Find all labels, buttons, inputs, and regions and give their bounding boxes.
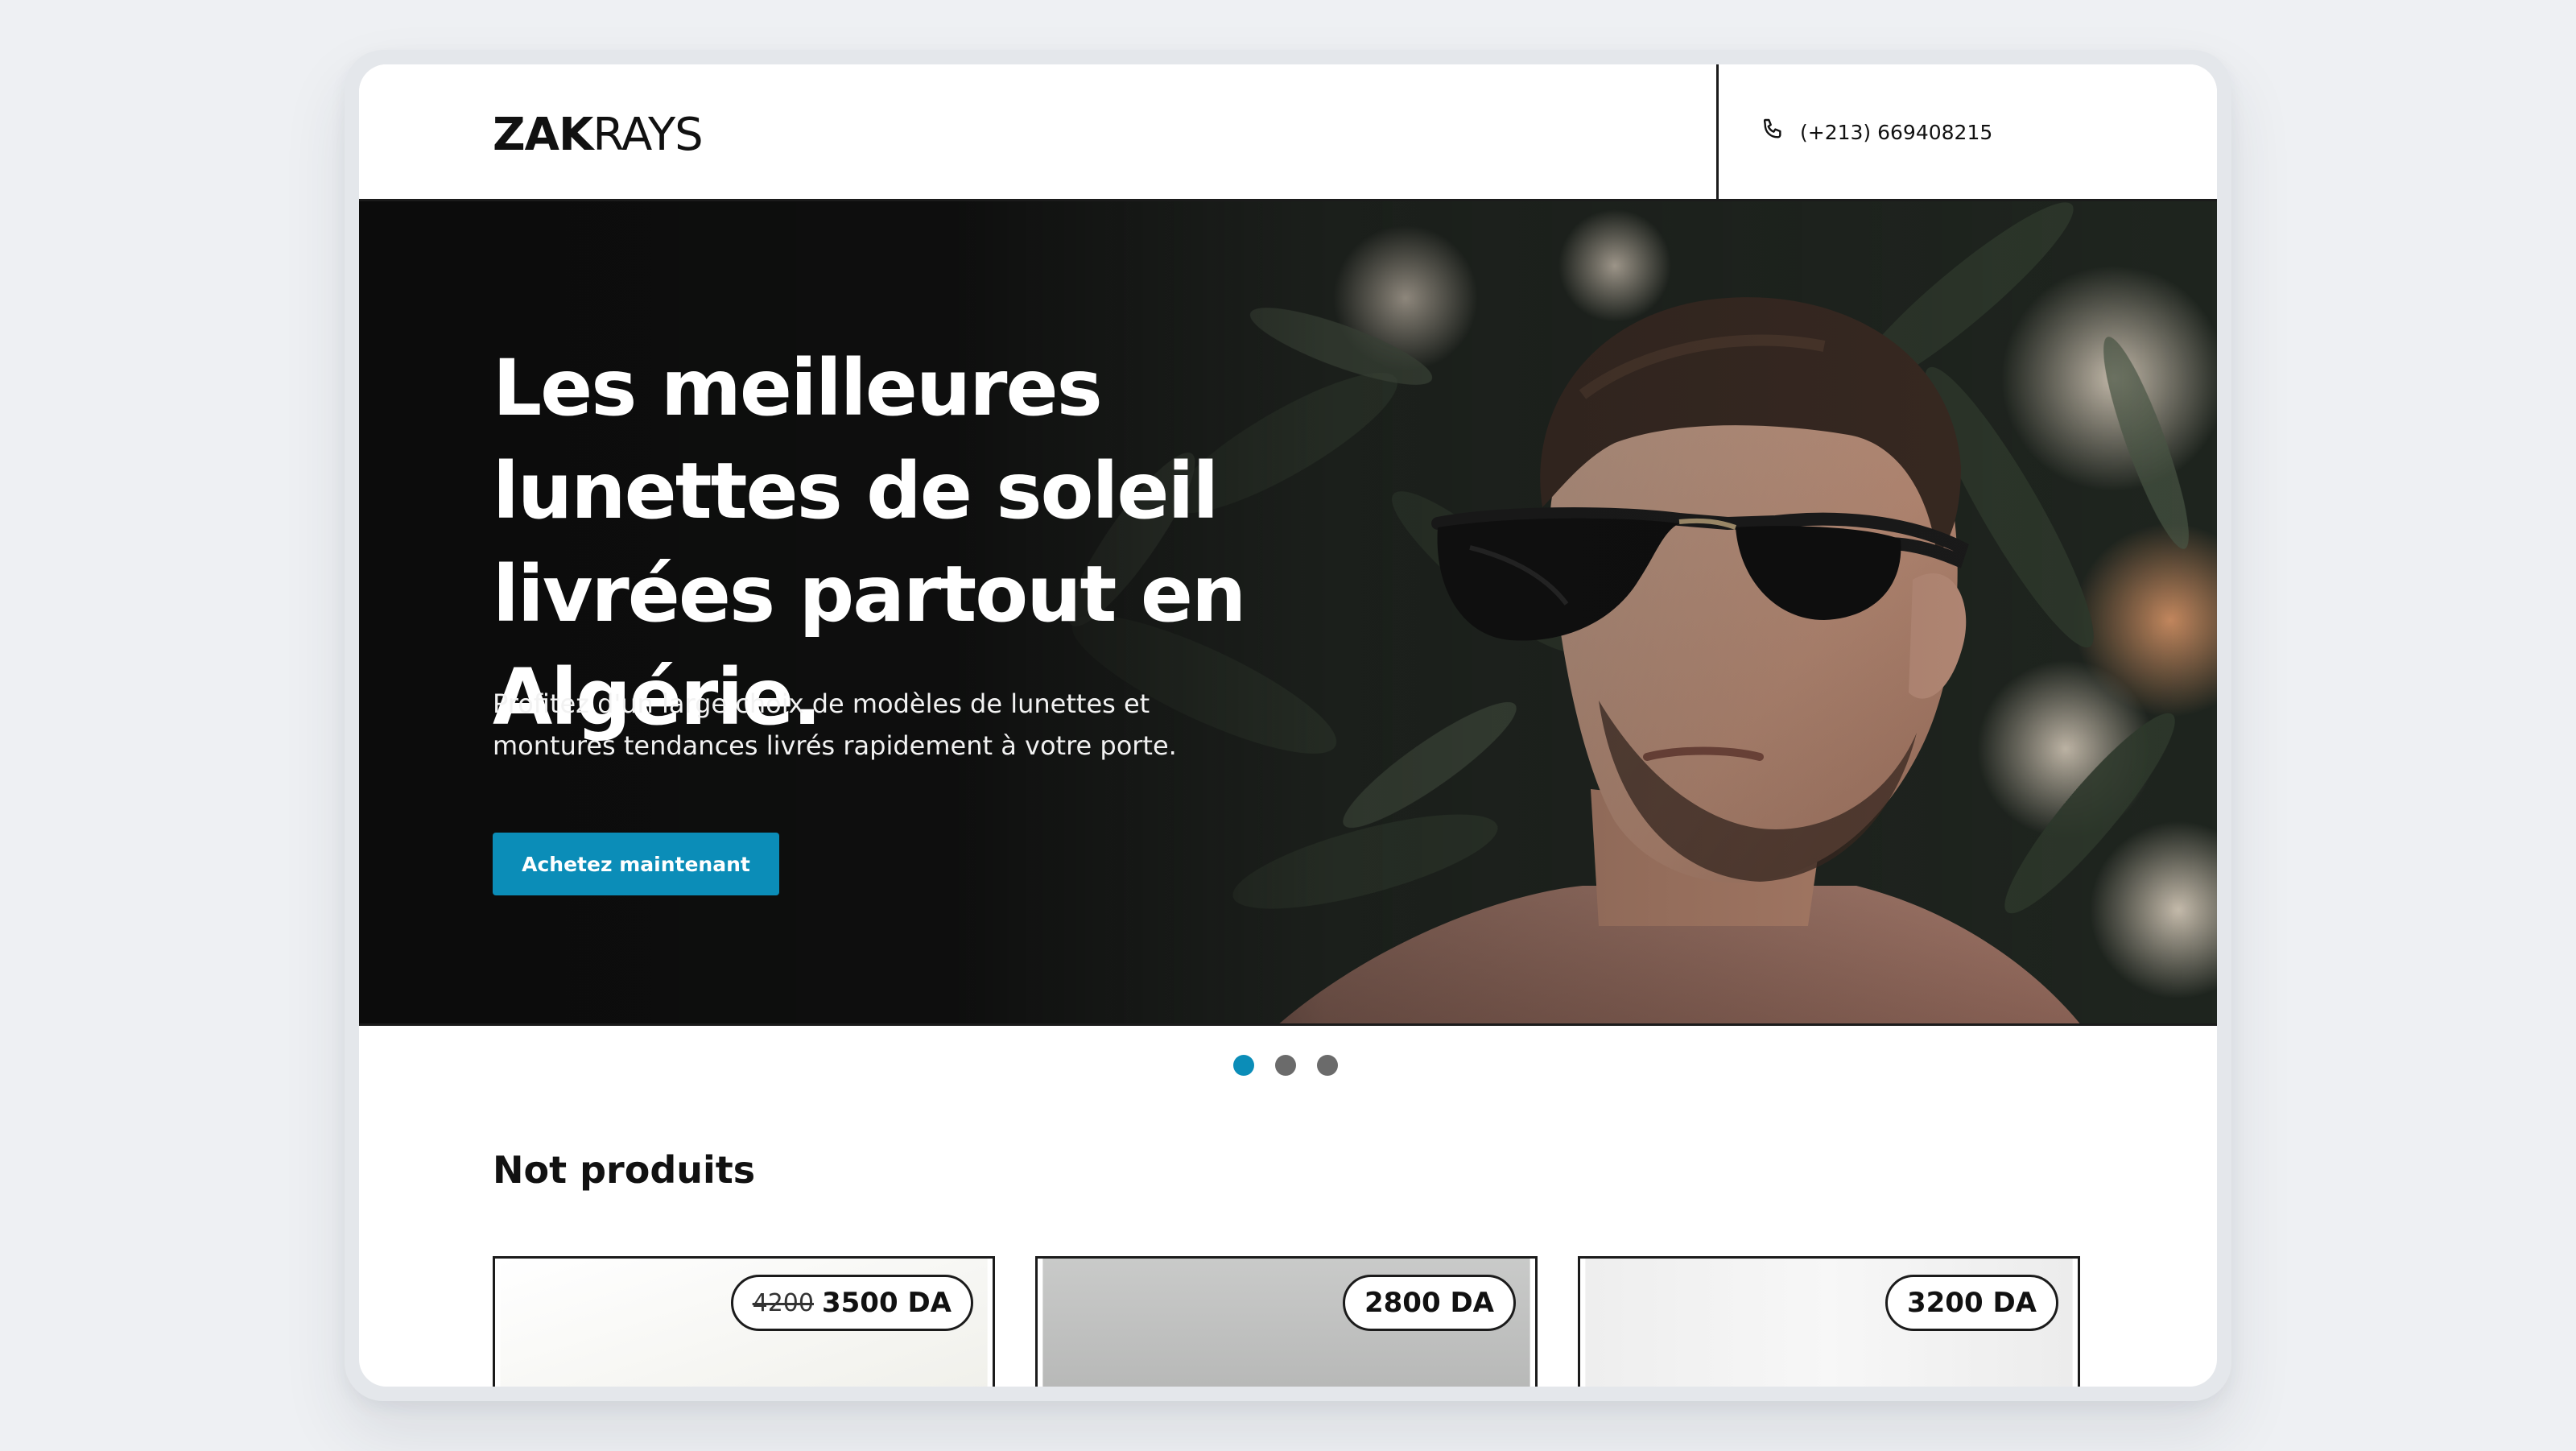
header-divider bbox=[1716, 64, 1719, 201]
product-card-1[interactable]: 4200 3500 DA bbox=[493, 1256, 995, 1387]
shop-now-button[interactable]: Achetez maintenant bbox=[493, 833, 779, 895]
browser-viewport: ZAK RAYS (+213) 669408215 Les meilleures… bbox=[359, 64, 2217, 1387]
old-price: 4200 bbox=[752, 1288, 814, 1317]
carousel-dots bbox=[1233, 1055, 1338, 1076]
device-frame: ZAK RAYS (+213) 669408215 Les meilleures… bbox=[345, 50, 2231, 1401]
carousel-dot-1[interactable] bbox=[1233, 1055, 1254, 1076]
phone-icon bbox=[1760, 117, 1785, 147]
hero-banner: Les meilleures lunettes de soleil livrée… bbox=[359, 201, 2217, 1026]
products-title: Not produits bbox=[493, 1148, 756, 1192]
phone-number: (+213) 669408215 bbox=[1800, 120, 1993, 144]
price-badge-3: 3200 DA bbox=[1885, 1275, 2058, 1331]
logo-bold-part: ZAK bbox=[493, 109, 593, 161]
product-card-2[interactable]: 2800 DA bbox=[1035, 1256, 1538, 1387]
price-badge-1: 4200 3500 DA bbox=[730, 1275, 973, 1331]
hero-subtitle: Profitez d'un large choix de modèles de … bbox=[493, 688, 1177, 761]
current-price: 3500 DA bbox=[821, 1287, 952, 1319]
current-price: 3200 DA bbox=[1906, 1287, 2037, 1319]
product-card-3[interactable]: 3200 DA bbox=[1578, 1256, 2080, 1387]
price-badge-2: 2800 DA bbox=[1342, 1275, 1516, 1331]
site-header: ZAK RAYS (+213) 669408215 bbox=[359, 64, 2217, 201]
current-price: 2800 DA bbox=[1364, 1287, 1494, 1319]
carousel-dot-3[interactable] bbox=[1317, 1055, 1338, 1076]
brand-logo[interactable]: ZAK RAYS bbox=[493, 109, 704, 161]
phone-link[interactable]: (+213) 669408215 bbox=[1760, 114, 1992, 150]
carousel-dot-2[interactable] bbox=[1275, 1055, 1296, 1076]
logo-light-part: RAYS bbox=[592, 109, 703, 161]
